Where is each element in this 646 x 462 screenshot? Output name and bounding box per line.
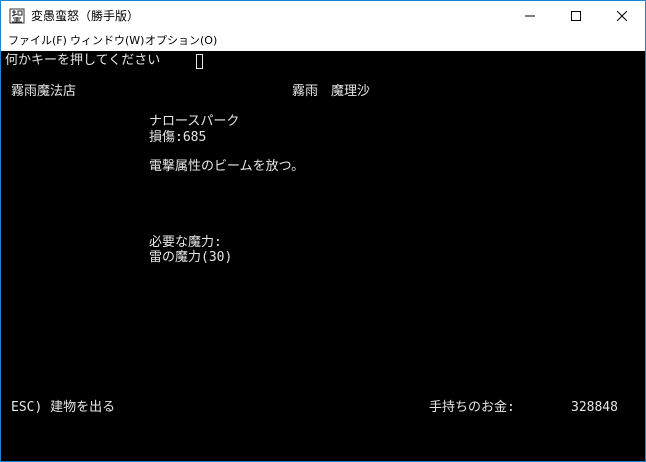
window-title: 変愚蛮怒（勝手版） — [31, 9, 140, 23]
shop-name: 霧雨魔法店 — [11, 84, 77, 99]
spell-name: ナロースパーク — [149, 114, 240, 129]
requirement-heading: 必要な魔力: — [149, 235, 222, 250]
close-button[interactable] — [599, 1, 645, 31]
exit-building-hint[interactable]: ESC) 建物を出る — [11, 400, 115, 416]
key-prompt: 何かキーを押してください — [5, 53, 161, 68]
minimize-icon — [525, 11, 535, 21]
game-window: 変愚蛮怒（勝手版） ファイル(F) ウィンドウ(W) オプション(O) 何かキー… — [0, 0, 646, 462]
menu-window[interactable]: ウィンドウ(W) — [70, 33, 144, 49]
spell-description: 電撃属性のビームを放つ。 — [149, 159, 305, 174]
gold-label: 手持ちのお金: — [429, 400, 515, 415]
requirement-value: 雷の魔力(30) — [149, 250, 233, 265]
menu-options[interactable]: オプション(O) — [145, 33, 217, 49]
menu-file[interactable]: ファイル(F) — [8, 33, 67, 49]
minimize-button[interactable] — [507, 1, 553, 31]
text-cursor — [196, 54, 203, 69]
spell-damage: 損傷:685 — [149, 130, 207, 145]
menu-bar: ファイル(F) ウィンドウ(W) オプション(O) — [1, 31, 645, 51]
maximize-button[interactable] — [553, 1, 599, 31]
close-icon — [617, 11, 627, 21]
game-console[interactable]: 何かキーを押してください 霧雨魔法店 霧雨 魔理沙 ナロースパーク 損傷:685… — [1, 51, 645, 461]
game-app-icon[interactable] — [9, 8, 25, 24]
title-bar[interactable]: 変愚蛮怒（勝手版） — [1, 1, 645, 31]
gold-value: 328848 — [571, 400, 618, 415]
shop-owner: 霧雨 魔理沙 — [292, 84, 371, 99]
maximize-icon — [571, 11, 581, 21]
